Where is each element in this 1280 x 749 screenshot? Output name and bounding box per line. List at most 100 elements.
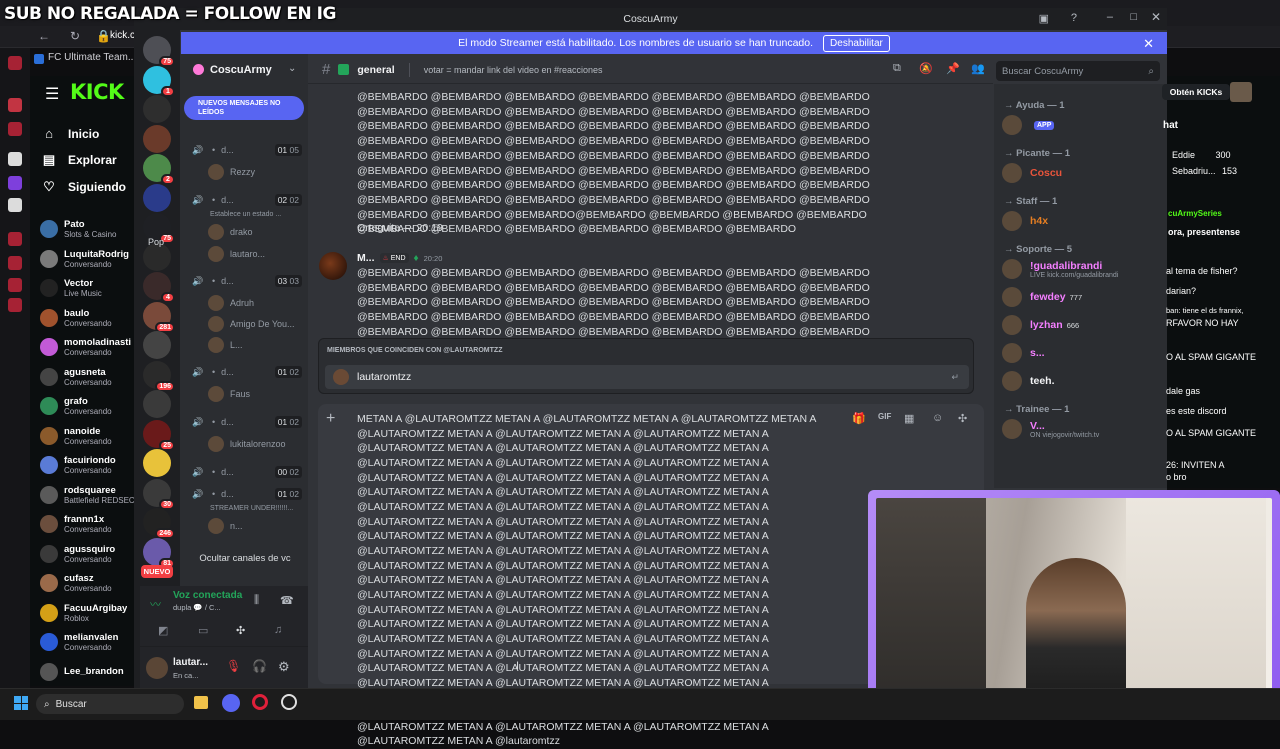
app-taskbar-icon[interactable] [281,694,297,710]
followed-channel[interactable]: frannn1x Conversando [40,512,134,536]
disable-streamer-button[interactable]: Deshabilitar [823,34,890,52]
voice-user[interactable]: Adruh [208,295,302,311]
nav-siguiendo[interactable]: ♡ Siguiendo [42,179,126,195]
message-author[interactable]: M... [357,252,375,264]
followed-channel[interactable]: Lee_brandon [40,660,134,684]
followed-channel[interactable]: cufasz Conversando [40,571,134,595]
voice-user[interactable]: lukitalorenzoo [208,436,302,452]
hide-voice-channels-button[interactable]: Ocultar canales de vc [198,550,292,566]
nav-inicio[interactable]: ⌂ Inicio [42,126,99,141]
voice-user[interactable]: Establece un estado ... [208,206,302,222]
server-icon[interactable] [143,183,171,212]
search-input[interactable]: Buscar CoscuArmy ⌕ [996,61,1160,81]
server-icon[interactable]: 30 [143,478,175,510]
signal-icon[interactable]: 〰 [150,596,161,612]
followed-channel[interactable]: baulo Conversando [40,306,134,330]
inbox-icon[interactable]: ▣ [1039,12,1049,25]
voice-user[interactable]: L... [208,337,302,353]
disconnect-icon[interactable]: ☎ [280,594,294,607]
server-icon[interactable] [143,390,171,418]
server-icon[interactable]: 25 [143,419,175,451]
autocomplete-option[interactable]: lautaromtzz ↵ [325,365,969,389]
voice-user[interactable]: Faus [208,386,302,402]
member-item[interactable]: teeh. [1002,370,1162,392]
member-item[interactable]: Coscu [1002,162,1162,184]
help-icon[interactable]: ? [1071,12,1077,24]
settings-icon[interactable] [8,298,22,312]
server-icon[interactable]: 1 [143,65,175,97]
back-icon[interactable]: ← [38,29,50,43]
followed-channel[interactable]: Pato Slots & Casino [40,217,134,241]
new-servers-badge[interactable]: NUEVO [141,565,173,578]
members-icon[interactable]: 👥 [971,62,985,75]
voice-channel-name[interactable]: dupla 💬 / C... [173,603,221,612]
avatar[interactable] [319,252,347,280]
get-kicks-button[interactable]: Obtén KICKs [1162,84,1230,100]
server-icon[interactable]: 2 [143,154,175,185]
member-item[interactable]: !guadalibrandi LIVE kick.com/guadalibrand… [1002,258,1162,280]
voice-user[interactable]: Amigo De You... [208,316,302,332]
deafen-icon[interactable]: 🎧 [252,659,267,673]
server-icon[interactable]: 281 [143,301,175,333]
server-icon[interactable]: 4 [143,272,175,303]
gift-icon[interactable]: 🎁 [852,412,866,425]
camera-icon[interactable]: ◩ [158,624,168,637]
opera-taskbar-icon[interactable] [252,694,268,710]
settings-icon[interactable]: ⚙ [278,659,290,675]
server-icon[interactable]: 81 [143,537,175,569]
x-icon[interactable] [8,198,22,212]
close-icon[interactable]: ✕ [1151,10,1161,24]
server-icon[interactable] [143,124,171,153]
followed-channel[interactable]: grafo Conversando [40,394,134,418]
voice-user[interactable]: drako [208,224,302,240]
server-icon[interactable] [143,449,171,477]
screen-share-icon[interactable]: ▭ [198,624,208,637]
sidebar-app-icon[interactable] [8,256,22,270]
server-folder-label[interactable]: Pop [148,237,164,247]
followed-channel[interactable]: momoladinasti Conversando [40,335,134,359]
voice-channel[interactable]: 🔊 • d... 01 02 [192,414,302,430]
member-item[interactable]: V... ON viejogovir/twitch.tv [1002,418,1162,440]
followed-channel[interactable]: Vector Live Music [40,276,134,300]
activities-icon[interactable]: ✣ [236,624,245,637]
file-explorer-icon[interactable] [194,696,208,709]
sidebar-app-icon[interactable] [8,152,22,166]
voice-channel[interactable]: 🔊 • d... 03 03 [192,273,302,289]
member-item[interactable]: APP [1002,114,1162,136]
sidebar-app-icon[interactable] [8,98,22,112]
sticker-icon[interactable]: ▦ [904,412,914,425]
server-icon[interactable]: 75 [143,36,175,67]
apps-icon[interactable]: ✣ [958,412,967,425]
new-messages-pill[interactable]: NUEVOS MENSAJES NO LEÍDOS [184,96,304,120]
banner-close-icon[interactable]: ✕ [1143,36,1154,52]
avatar[interactable] [146,657,168,679]
add-attachment-icon[interactable]: + [326,410,335,428]
opera-icon[interactable] [8,56,22,70]
twitch-icon[interactable] [8,176,22,190]
soundboard-icon[interactable]: ♫ [274,624,282,636]
nav-explorar[interactable]: ▤ Explorar [42,152,117,168]
followed-channel[interactable]: agusneta Conversando [40,365,134,389]
maximize-icon[interactable]: □ [1130,11,1137,23]
pin-icon[interactable]: 📌 [946,62,960,75]
chevron-down-icon[interactable]: ⌄ [288,63,296,74]
voice-channel[interactable]: 🔊 • d... 01 05 [192,142,302,158]
taskbar-search[interactable]: ⌕ Buscar [36,694,184,714]
kick-logo[interactable]: KICK [70,80,124,104]
noise-suppression-icon[interactable]: ⫼ [254,594,259,607]
sidebar-app-icon[interactable] [8,122,22,136]
windows-start-icon[interactable] [14,696,28,710]
server-icon[interactable]: 246 [143,508,175,539]
followed-channel[interactable]: rodsquaree Battlefield REDSEC [40,483,135,507]
bookmark-item[interactable]: FC Ultimate Team... [48,52,136,63]
voice-channel[interactable]: 🔊 • d... 00 02 [192,464,302,480]
followed-channel[interactable]: facuiriondo Conversando [40,453,134,477]
avatar[interactable] [1230,82,1252,102]
discord-taskbar-icon[interactable] [222,694,240,712]
followed-channel[interactable]: nanoide Conversando [40,424,134,448]
server-icon[interactable] [143,331,171,359]
voice-user[interactable]: n... [208,518,302,534]
followed-channel[interactable]: melianvalen Conversando [40,630,134,654]
server-icon[interactable] [143,95,171,123]
followed-channel[interactable]: FacuuArgibay Roblox [40,601,134,625]
